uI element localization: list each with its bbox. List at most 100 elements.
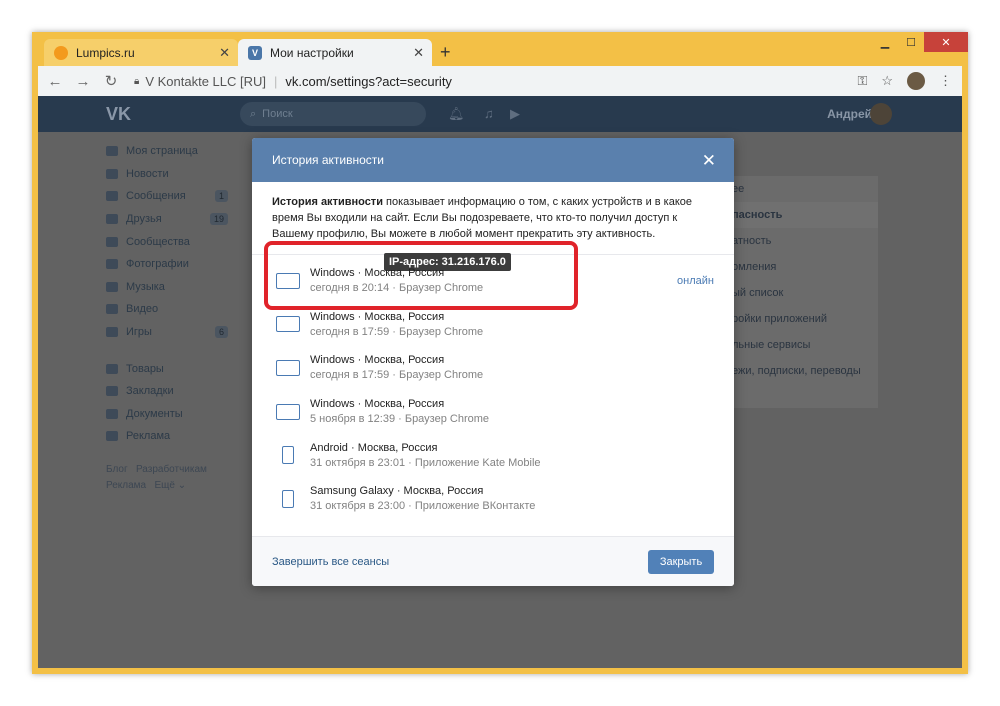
back-arrow-icon[interactable]: ← <box>44 73 66 90</box>
sidebar-item[interactable]: Новости <box>106 163 228 186</box>
lock-icon: 🔒︎ <box>134 75 140 87</box>
sidebar-item[interactable]: Сообщества <box>106 230 228 253</box>
reload-icon[interactable]: ↻ <box>100 72 122 90</box>
tab-settings[interactable]: V Мои настройки ✕ <box>238 39 432 66</box>
search-placeholder: Поиск <box>262 108 293 120</box>
session-device: Windows <box>310 310 355 323</box>
user-name[interactable]: Андрей <box>827 107 872 121</box>
session-time: 31 октября в 23:01 <box>310 456 406 469</box>
laptop-icon <box>274 314 302 334</box>
key-icon[interactable]: ⚿ <box>857 73 867 89</box>
window-controls: ▁ ☐ ✕ <box>872 32 968 52</box>
session-place: Москва, Россия <box>364 398 445 411</box>
session-text: Windows · Москва, Россия сегодня в 20:14 … <box>310 267 483 294</box>
search-icon: ⌕ <box>250 107 257 120</box>
session-list: IP-адрес: 31.216.176.0 Windows · Москва,… <box>252 253 734 521</box>
session-device: Windows <box>310 354 355 367</box>
user-avatar[interactable] <box>870 103 892 125</box>
menu-dots-icon[interactable]: ⋮ <box>939 73 952 89</box>
settings-menu: ее пасность атность омления ый список ройки п… <box>728 176 878 408</box>
sidebar-item-icon <box>106 363 118 374</box>
laptop-icon <box>274 271 302 291</box>
tab-close-icon[interactable]: ✕ <box>413 45 424 61</box>
session-device: Windows <box>310 267 355 280</box>
sidebar-item-count: 19 <box>209 213 228 226</box>
session-text: Windows · Москва, Россия сегодня в 17:59 … <box>310 354 483 381</box>
desc-bold: История активности <box>272 196 383 208</box>
laptop-icon <box>274 402 302 422</box>
end-all-sessions-link[interactable]: Завершить все сеансы <box>272 556 389 568</box>
maximize-icon[interactable]: ☐ <box>898 32 924 52</box>
footer-link-ads[interactable]: Реклама <box>106 480 146 491</box>
footer-link-dev[interactable]: Разработчикам <box>136 464 207 475</box>
session-device: Android <box>310 441 348 454</box>
tab-bar: Lumpics.ru ✕ V Мои настройки ✕ + ▁ ☐ ✕ <box>32 32 968 66</box>
sidebar-item-label: Моя страница <box>126 145 198 158</box>
sidebar-item-count: 6 <box>214 326 228 339</box>
sidebar-item-label: Сообщения <box>126 190 186 203</box>
play-icon[interactable]: ▶ <box>510 106 520 122</box>
bell-icon[interactable]: 🔔︎ <box>448 106 465 122</box>
profile-avatar-icon[interactable] <box>907 72 925 90</box>
session-time: 31 октября в 23:00 <box>310 500 406 513</box>
sidebar-item[interactable]: Закладки <box>106 380 228 403</box>
sidebar-item[interactable]: Видео <box>106 298 228 321</box>
session-client: Браузер Chrome <box>404 413 490 426</box>
music-icon[interactable]: ♫ <box>484 106 494 121</box>
sidebar-item[interactable]: Сообщения 1 <box>106 185 228 208</box>
settings-menu-item[interactable]: льные сервисы <box>728 332 878 358</box>
new-tab-icon[interactable]: + <box>440 42 451 63</box>
sidebar-item-label: Музыка <box>126 280 165 293</box>
forward-arrow-icon[interactable]: → <box>72 73 94 90</box>
close-icon[interactable]: ✕ <box>702 151 716 171</box>
settings-menu-item[interactable]: ежи, подписки, переводы <box>728 358 878 384</box>
toolbar-right: ⚿ ☆ ⋮ <box>857 72 952 90</box>
device-shape <box>282 446 294 465</box>
settings-menu-item[interactable]: ройки приложений <box>728 306 878 332</box>
tab-close-icon[interactable]: ✕ <box>219 45 230 61</box>
device-shape <box>276 359 300 376</box>
session-title: Windows · Москва, Россия <box>310 310 445 323</box>
search-input[interactable]: ⌕ Поиск <box>240 102 426 126</box>
footer-link-blog[interactable]: Блог <box>106 464 128 475</box>
sidebar-item-label: Товары <box>126 362 164 375</box>
sidebar-item-icon <box>106 408 118 419</box>
sidebar-item[interactable]: Друзья 19 <box>106 208 228 231</box>
session-client: Приложение Kate Mobile <box>414 456 541 469</box>
sidebar-item[interactable]: Фотографии <box>106 253 228 276</box>
session-text: Android · Москва, Россия 31 октября в 23:… <box>310 442 541 469</box>
close-window-icon[interactable]: ✕ <box>924 32 968 52</box>
sidebar-item[interactable]: Документы <box>106 403 228 426</box>
sidebar-item-icon <box>106 168 118 179</box>
session-place: Москва, Россия <box>364 267 445 280</box>
sidebar-item[interactable]: Музыка <box>106 276 228 299</box>
vk-logo-icon[interactable]: VK <box>106 104 131 125</box>
minimize-icon[interactable]: ▁ <box>872 32 898 52</box>
sidebar-item[interactable]: Товары <box>106 357 228 380</box>
sidebar-item[interactable]: Моя страница <box>106 140 228 163</box>
session-time: 5 ноября в 12:39 <box>310 413 396 426</box>
session-title: Windows · Москва, Россия <box>310 354 445 367</box>
session-text: Samsung Galaxy · Москва, Россия 31 октябр… <box>310 485 535 512</box>
close-button[interactable]: Закрыть <box>648 549 714 574</box>
settings-menu-item[interactable]: ый список <box>728 280 878 306</box>
settings-menu-item[interactable]: атность <box>728 228 878 254</box>
star-icon[interactable]: ☆ <box>881 73 893 89</box>
sidebar-item-icon <box>106 281 118 292</box>
modal-footer: Завершить все сеансы Закрыть <box>252 536 734 586</box>
settings-menu-item[interactable]: пасность <box>728 202 878 228</box>
session-place: Москва, Россия <box>364 354 445 367</box>
settings-menu-item[interactable]: ее <box>728 176 878 202</box>
session-details: сегодня в 17:59 · Браузер Chrome <box>310 325 484 338</box>
sidebar-item-icon <box>106 191 118 202</box>
url-field[interactable]: 🔒︎ V Kontakte LLC [RU] | vk.com/settings… <box>134 74 452 89</box>
tab-lumpics[interactable]: Lumpics.ru ✕ <box>44 39 238 66</box>
sidebar-item[interactable]: Реклама <box>106 425 228 448</box>
tab-title: Мои настройки <box>270 45 354 60</box>
footer-link-more[interactable]: Ещё ⌄ <box>154 480 186 491</box>
settings-menu-item[interactable]: омления <box>728 254 878 280</box>
session-client: Браузер Chrome <box>398 282 484 295</box>
session-title: Windows · Москва, Россия <box>310 267 445 280</box>
sidebar-item[interactable]: Игры 6 <box>106 321 228 344</box>
session-place: Москва, Россия <box>403 485 484 498</box>
